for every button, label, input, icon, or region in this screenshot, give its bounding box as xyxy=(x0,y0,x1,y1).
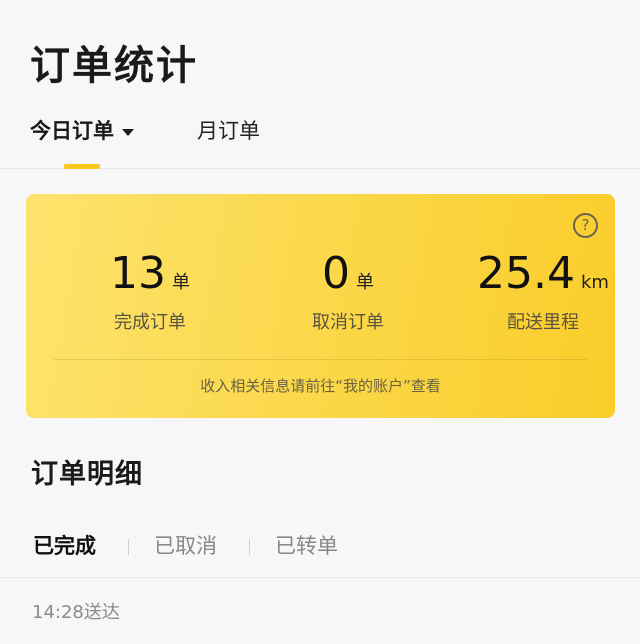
active-tab-indicator xyxy=(64,164,100,169)
period-tabs: 今日订单 月订单 xyxy=(0,112,640,169)
filter-cancelled[interactable]: 已取消 xyxy=(154,528,217,564)
stat-delivery-distance: 25.4 km 配送里程 xyxy=(443,246,640,334)
completed-caption: 完成订单 xyxy=(114,312,186,333)
stats-card: ? 13 单 完成订单 0 单 取消订单 25.4 km 配送里程 收入相关信息… xyxy=(26,194,615,418)
distance-unit: km xyxy=(581,272,609,293)
account-info-note: 收入相关信息请前往“我的账户”查看 xyxy=(200,377,441,395)
order-delivered-time: 14:28送达 xyxy=(32,602,120,623)
order-details-title: 订单明细 xyxy=(31,459,143,490)
page-title: 订单统计 xyxy=(30,43,198,89)
tab-today-label: 今日订单 xyxy=(30,119,114,143)
question-circle-icon[interactable]: ? xyxy=(573,213,598,238)
filter-separator xyxy=(128,539,129,555)
cancelled-unit: 单 xyxy=(356,272,374,293)
tab-today-orders[interactable]: 今日订单 xyxy=(30,112,134,169)
completed-unit: 单 xyxy=(172,272,190,293)
filter-completed[interactable]: 已完成 xyxy=(33,528,96,564)
stat-cancelled-orders: 0 单 取消订单 xyxy=(248,246,448,334)
stat-completed-orders: 13 单 完成订单 xyxy=(50,246,250,334)
filter-transferred[interactable]: 已转单 xyxy=(275,528,338,564)
chevron-down-icon xyxy=(122,129,134,136)
order-stats-page: 订单统计 今日订单 月订单 ? 13 单 完成订单 0 单 取消订单 25.4 … xyxy=(0,0,640,644)
completed-count: 13 xyxy=(110,248,166,299)
card-divider xyxy=(54,359,587,360)
filter-separator xyxy=(249,539,250,555)
tab-month-orders[interactable]: 月订单 xyxy=(197,112,260,150)
cancelled-count: 0 xyxy=(322,248,350,299)
distance-value: 25.4 xyxy=(477,248,575,299)
distance-caption: 配送里程 xyxy=(507,312,579,333)
cancelled-caption: 取消订单 xyxy=(312,312,384,333)
order-status-filters: 已完成 已取消 已转单 xyxy=(0,528,640,578)
